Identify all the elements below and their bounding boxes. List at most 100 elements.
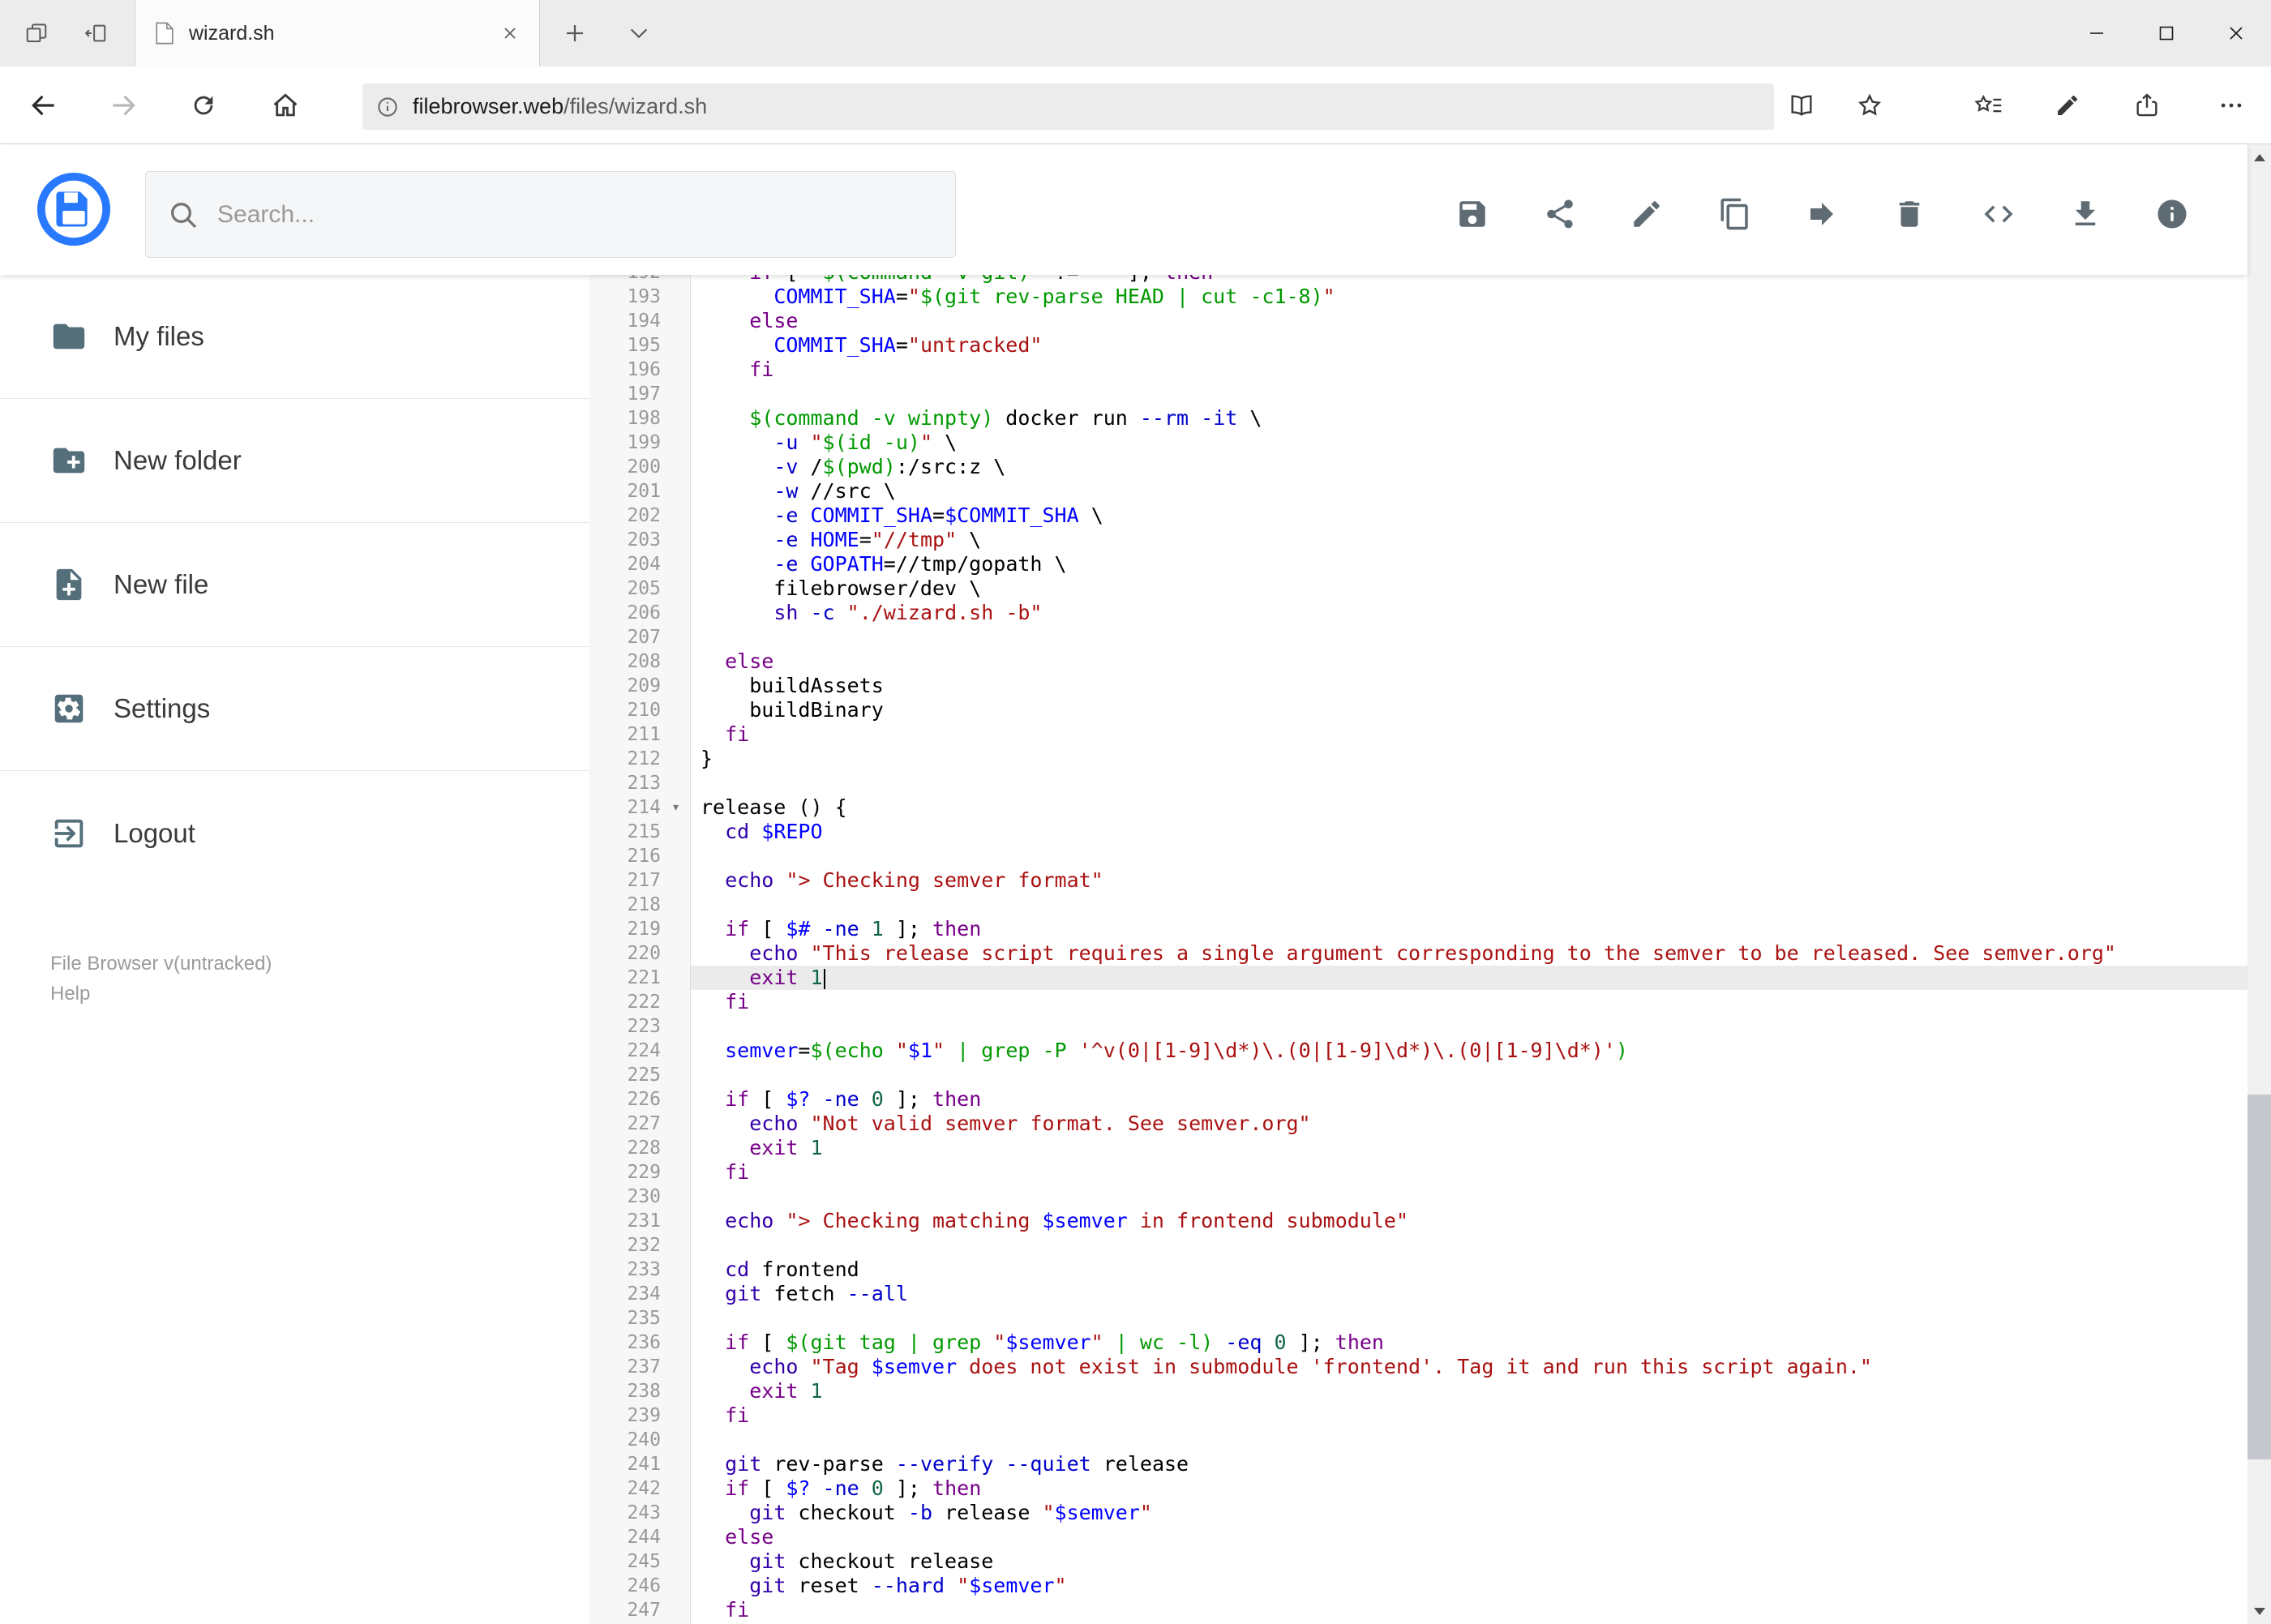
code-line[interactable]: 195 COMMIT_SHA="untracked" [589, 333, 2247, 358]
code-line[interactable]: 203 -e HOME="//tmp" \ [589, 528, 2247, 552]
code-line[interactable]: 198 $(command -v winpty) docker run --rm… [589, 406, 2247, 431]
delete-button[interactable] [1888, 192, 1931, 236]
tab-close-icon[interactable] [500, 24, 520, 43]
sidebar-item-logout[interactable]: Logout [0, 771, 589, 895]
page-scrollbar[interactable] [2247, 144, 2271, 1624]
code-line[interactable]: 220 echo "This release script requires a… [589, 941, 2247, 966]
code-line[interactable]: 225 [589, 1063, 2247, 1087]
tab-preview-icon[interactable] [24, 21, 49, 45]
code-line[interactable]: 201 -w //src \ [589, 479, 2247, 503]
code-line[interactable]: 236 if [ $(git tag | grep "$semver" | wc… [589, 1330, 2247, 1355]
save-button[interactable] [1450, 192, 1494, 236]
code-line[interactable]: 223 [589, 1014, 2247, 1039]
filebrowser-logo[interactable] [36, 171, 112, 247]
code-line[interactable]: 221 exit 1 [589, 966, 2247, 990]
share-file-button[interactable] [1538, 192, 1582, 236]
code-line[interactable]: 244 else [589, 1525, 2247, 1549]
address-bar[interactable]: filebrowser.web/files/wizard.sh [362, 84, 1774, 130]
code-line[interactable]: 243 git checkout -b release "$semver" [589, 1501, 2247, 1525]
code-line[interactable]: 226 if [ $? -ne 0 ]; then [589, 1087, 2247, 1112]
code-line[interactable]: 215 cd $REPO [589, 820, 2247, 844]
scroll-down-button[interactable] [2247, 1598, 2271, 1624]
browser-share-icon[interactable] [2133, 92, 2161, 119]
reading-view-button[interactable] [1788, 92, 1815, 119]
copy-button[interactable] [1713, 192, 1757, 236]
code-line[interactable]: 216 [589, 844, 2247, 868]
set-tabs-aside-icon[interactable] [84, 21, 108, 45]
code-line[interactable]: 217 echo "> Checking semver format" [589, 868, 2247, 893]
code-line[interactable]: 235 [589, 1306, 2247, 1330]
code-line[interactable]: 228 exit 1 [589, 1136, 2247, 1160]
hub-favorites-icon[interactable] [1973, 92, 2003, 119]
code-line[interactable]: 237 echo "Tag $semver does not exist in … [589, 1355, 2247, 1379]
maximize-button[interactable] [2132, 0, 2201, 66]
code-line[interactable]: 227 echo "Not valid semver format. See s… [589, 1112, 2247, 1136]
refresh-button[interactable] [190, 92, 217, 119]
site-info-icon[interactable] [375, 95, 400, 119]
code-line[interactable]: 214 ▾ release () { [589, 795, 2247, 820]
download-button[interactable] [2063, 192, 2107, 236]
forward-button[interactable] [108, 90, 139, 121]
code-line[interactable]: 230 [589, 1185, 2247, 1209]
help-link[interactable]: Help [50, 979, 589, 1009]
code-line[interactable]: 239 fi [589, 1403, 2247, 1428]
search-input[interactable] [217, 200, 934, 229]
code-line[interactable]: 245 git checkout release [589, 1549, 2247, 1574]
scroll-up-button[interactable] [2247, 144, 2271, 170]
code-line[interactable]: 196 fi [589, 358, 2247, 382]
code-line[interactable]: 234 git fetch --all [589, 1282, 2247, 1306]
sidebar-item-settings[interactable]: Settings [0, 647, 589, 771]
close-button[interactable] [2201, 0, 2271, 66]
code-line[interactable]: 238 exit 1 [589, 1379, 2247, 1403]
code-line[interactable]: 192 if [ "$(command -v git)" != "" ]; th… [589, 275, 2247, 285]
rename-button[interactable] [1625, 192, 1669, 236]
code-line[interactable]: 222 fi [589, 990, 2247, 1014]
code-line[interactable]: 212} [589, 747, 2247, 771]
code-line[interactable]: 205 filebrowser/dev \ [589, 576, 2247, 601]
code-line[interactable]: 197 [589, 382, 2247, 406]
more-options-icon[interactable] [2217, 92, 2245, 119]
sidebar-item-new-folder[interactable]: New folder [0, 399, 589, 523]
code-line[interactable]: 242 if [ $? -ne 0 ]; then [589, 1476, 2247, 1501]
code-line[interactable]: 218 [589, 893, 2247, 917]
code-line[interactable]: 233 cd frontend [589, 1258, 2247, 1282]
sidebar-item-new-file[interactable]: New file [0, 523, 589, 647]
code-line[interactable]: 231 echo "> Checking matching $semver in… [589, 1209, 2247, 1233]
code-line[interactable]: 219 if [ $# -ne 1 ]; then [589, 917, 2247, 941]
add-favorite-star-icon[interactable] [1856, 92, 1883, 119]
code-line[interactable]: 247 fi [589, 1598, 2247, 1622]
code-line[interactable]: 240 [589, 1428, 2247, 1452]
info-button[interactable] [2150, 192, 2194, 236]
code-view-button[interactable] [1977, 192, 2020, 236]
code-line[interactable]: 241 git rev-parse --verify --quiet relea… [589, 1452, 2247, 1476]
code-line[interactable]: 194 else [589, 309, 2247, 333]
code-line[interactable]: 208 else [589, 649, 2247, 674]
code-line[interactable]: 209 buildAssets [589, 674, 2247, 698]
code-line[interactable]: 229 fi [589, 1160, 2247, 1185]
annotate-pen-icon[interactable] [2055, 92, 2080, 118]
scrollbar-thumb[interactable] [2247, 1095, 2271, 1459]
code-line[interactable]: 213 [589, 771, 2247, 795]
code-line[interactable]: 210 buildBinary [589, 698, 2247, 722]
code-line[interactable]: 193 COMMIT_SHA="$(git rev-parse HEAD | c… [589, 285, 2247, 309]
code-line[interactable]: 202 -e COMMIT_SHA=$COMMIT_SHA \ [589, 503, 2247, 528]
browser-tab[interactable]: wizard.sh [135, 0, 540, 66]
new-tab-button[interactable] [563, 21, 587, 45]
move-button[interactable] [1800, 192, 1844, 236]
code-line[interactable]: 204 -e GOPATH=//tmp/gopath \ [589, 552, 2247, 576]
code-line[interactable]: 246 git reset --hard "$semver" [589, 1574, 2247, 1598]
back-button[interactable] [28, 90, 59, 121]
minimize-button[interactable] [2062, 0, 2132, 66]
code-line[interactable]: 206 sh -c "./wizard.sh -b" [589, 601, 2247, 625]
home-button[interactable] [270, 90, 301, 121]
tab-preview-chevron-icon[interactable] [628, 26, 650, 41]
code-line[interactable]: 200 -v /$(pwd):/src:z \ [589, 455, 2247, 479]
code-line[interactable]: 211 fi [589, 722, 2247, 747]
code-editor[interactable]: 192 if [ "$(command -v git)" != "" ]; th… [589, 275, 2247, 1624]
search-bar[interactable] [145, 171, 956, 258]
code-line[interactable]: 207 [589, 625, 2247, 649]
sidebar-item-my-files[interactable]: My files [0, 275, 589, 399]
code-line[interactable]: 199 -u "$(id -u)" \ [589, 431, 2247, 455]
code-line[interactable]: 224 semver=$(echo "$1" | grep -P '^v(0|[… [589, 1039, 2247, 1063]
code-line[interactable]: 232 [589, 1233, 2247, 1258]
